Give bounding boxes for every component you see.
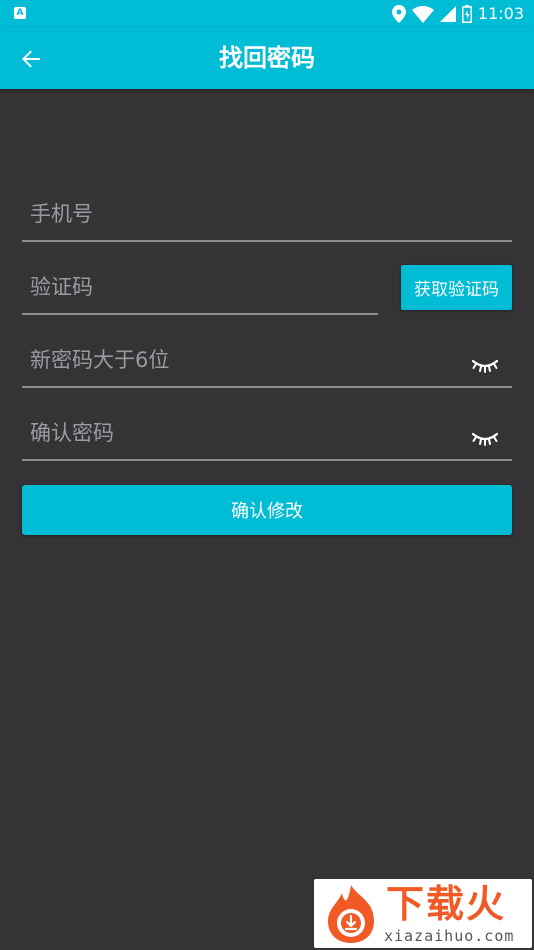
watermark-brand: 下载火: [386, 882, 507, 926]
signal-icon: [439, 6, 456, 22]
code-input[interactable]: [28, 263, 328, 311]
location-icon: [391, 5, 406, 23]
phone-input[interactable]: [28, 190, 462, 238]
confirm-password-field: [22, 409, 512, 461]
arrow-left-icon: [22, 50, 40, 68]
confirm-change-button[interactable]: 确认修改: [22, 485, 512, 535]
watermark-url: xiazaihuo.com: [384, 927, 515, 945]
back-button[interactable]: [14, 42, 48, 76]
flame-logo-icon: [328, 885, 374, 943]
status-time: 11:03: [477, 4, 524, 23]
get-code-button[interactable]: 获取验证码: [401, 265, 512, 310]
eye-closed-icon[interactable]: [472, 431, 498, 449]
wifi-icon: [411, 5, 434, 23]
battery-icon: [461, 5, 472, 23]
eye-closed-icon[interactable]: [472, 358, 498, 376]
new-password-input[interactable]: [28, 336, 462, 384]
watermark-logo: 下载火 xiazaihuo.com: [314, 879, 532, 948]
app-bar: 找回密码: [0, 28, 534, 89]
page-title: 找回密码: [219, 44, 315, 72]
confirm-password-input[interactable]: [28, 409, 462, 457]
status-bar: A 11:03: [0, 0, 534, 28]
status-right-group: 11:03: [391, 4, 524, 24]
notification-app-icon: A: [14, 7, 26, 19]
phone-field: [22, 190, 512, 242]
new-password-field: [22, 336, 512, 388]
code-field: [22, 263, 378, 315]
